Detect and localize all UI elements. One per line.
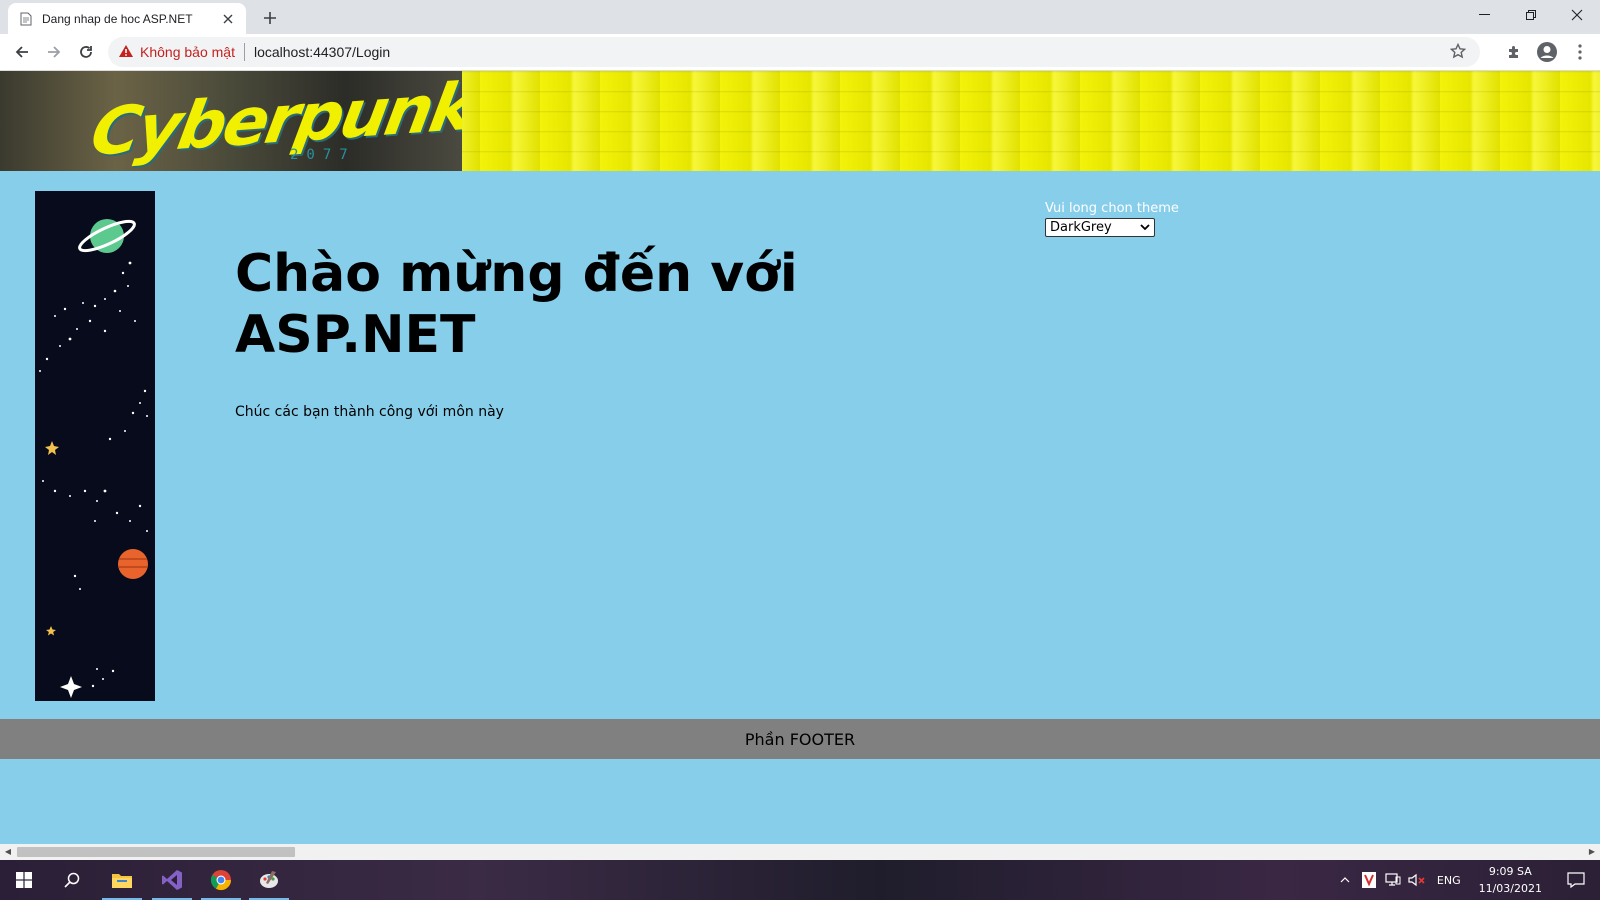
file-explorer-icon[interactable] xyxy=(98,860,146,900)
warning-icon[interactable] xyxy=(118,43,134,62)
header-banner: Cyberpunk 2077 xyxy=(0,71,1600,171)
reload-icon[interactable] xyxy=(72,38,100,66)
address-bar[interactable]: Không bảo mật localhost:44307/Login xyxy=(108,37,1480,67)
page-footer: Phần FOOTER xyxy=(0,719,1600,759)
chrome-icon[interactable] xyxy=(197,860,245,900)
close-window-icon[interactable] xyxy=(1554,0,1600,30)
browser-tab[interactable]: Dang nhap de hoc ASP.NET xyxy=(8,3,246,34)
minimize-icon[interactable] xyxy=(1462,0,1508,30)
omnibox-separator xyxy=(243,43,245,61)
paint-icon[interactable] xyxy=(245,860,293,900)
browser-tab-strip: Dang nhap de hoc ASP.NET xyxy=(0,0,1600,34)
input-language[interactable]: ENG xyxy=(1429,874,1469,887)
clock[interactable]: 9:09 SA 11/03/2021 xyxy=(1469,863,1552,897)
welcome-subtitle: Chúc các bạn thành công với môn này xyxy=(235,404,504,420)
tab-title: Dang nhap de hoc ASP.NET xyxy=(42,11,193,26)
scroll-right-arrow-icon[interactable]: ▶ xyxy=(1587,847,1597,857)
windows-taskbar: ENG 9:09 SA 11/03/2021 xyxy=(0,860,1600,900)
chevron-down-icon xyxy=(1140,220,1150,235)
theme-label: Vui long chon theme xyxy=(1045,201,1179,216)
horizontal-scrollbar[interactable]: ◀ ▶ xyxy=(0,844,1600,860)
welcome-heading: Chào mừng đến với ASP.NET xyxy=(235,244,835,366)
logo-year-artwork: 2077 xyxy=(290,147,356,163)
restore-icon[interactable] xyxy=(1508,0,1554,30)
menu-kebab-icon[interactable] xyxy=(1566,38,1594,66)
page-icon xyxy=(18,11,34,27)
welcome-line-1: Chào mừng đến với xyxy=(235,244,798,304)
new-tab-icon[interactable] xyxy=(258,6,282,30)
cyberpunk-logo-image: Cyberpunk 2077 xyxy=(0,71,462,171)
extensions-puzzle-icon[interactable] xyxy=(1500,38,1528,66)
volume-muted-icon[interactable] xyxy=(1405,860,1429,900)
clock-time: 9:09 SA xyxy=(1488,865,1532,878)
theme-select[interactable]: DarkGrey xyxy=(1045,218,1155,237)
visual-studio-icon[interactable] xyxy=(148,860,196,900)
security-status[interactable]: Không bảo mật xyxy=(140,44,235,60)
logo-artwork: Cyberpunk xyxy=(85,71,462,171)
welcome-line-2: ASP.NET xyxy=(235,305,476,365)
windows-start-icon[interactable] xyxy=(0,860,48,900)
search-icon[interactable] xyxy=(48,860,96,900)
forward-arrow-icon[interactable] xyxy=(40,38,68,66)
theme-selected-value: DarkGrey xyxy=(1050,220,1112,235)
url-text[interactable]: localhost:44307/Login xyxy=(254,44,390,60)
clock-date: 11/03/2021 xyxy=(1478,882,1542,895)
profile-avatar-icon[interactable] xyxy=(1533,38,1561,66)
close-tab-icon[interactable] xyxy=(220,11,236,27)
space-decoration-image xyxy=(35,191,155,701)
scrollbar-thumb[interactable] xyxy=(17,847,295,857)
bookmark-star-icon[interactable] xyxy=(1449,42,1467,63)
back-arrow-icon[interactable] xyxy=(8,38,36,66)
notification-center-icon[interactable] xyxy=(1552,860,1600,900)
scroll-left-arrow-icon[interactable]: ◀ xyxy=(3,847,13,857)
browser-toolbar: Không bảo mật localhost:44307/Login xyxy=(0,34,1600,71)
antivirus-icon[interactable] xyxy=(1357,860,1381,900)
network-icon[interactable] xyxy=(1381,860,1405,900)
chevron-up-icon[interactable] xyxy=(1333,860,1357,900)
system-tray: ENG 9:09 SA 11/03/2021 xyxy=(1333,860,1600,900)
